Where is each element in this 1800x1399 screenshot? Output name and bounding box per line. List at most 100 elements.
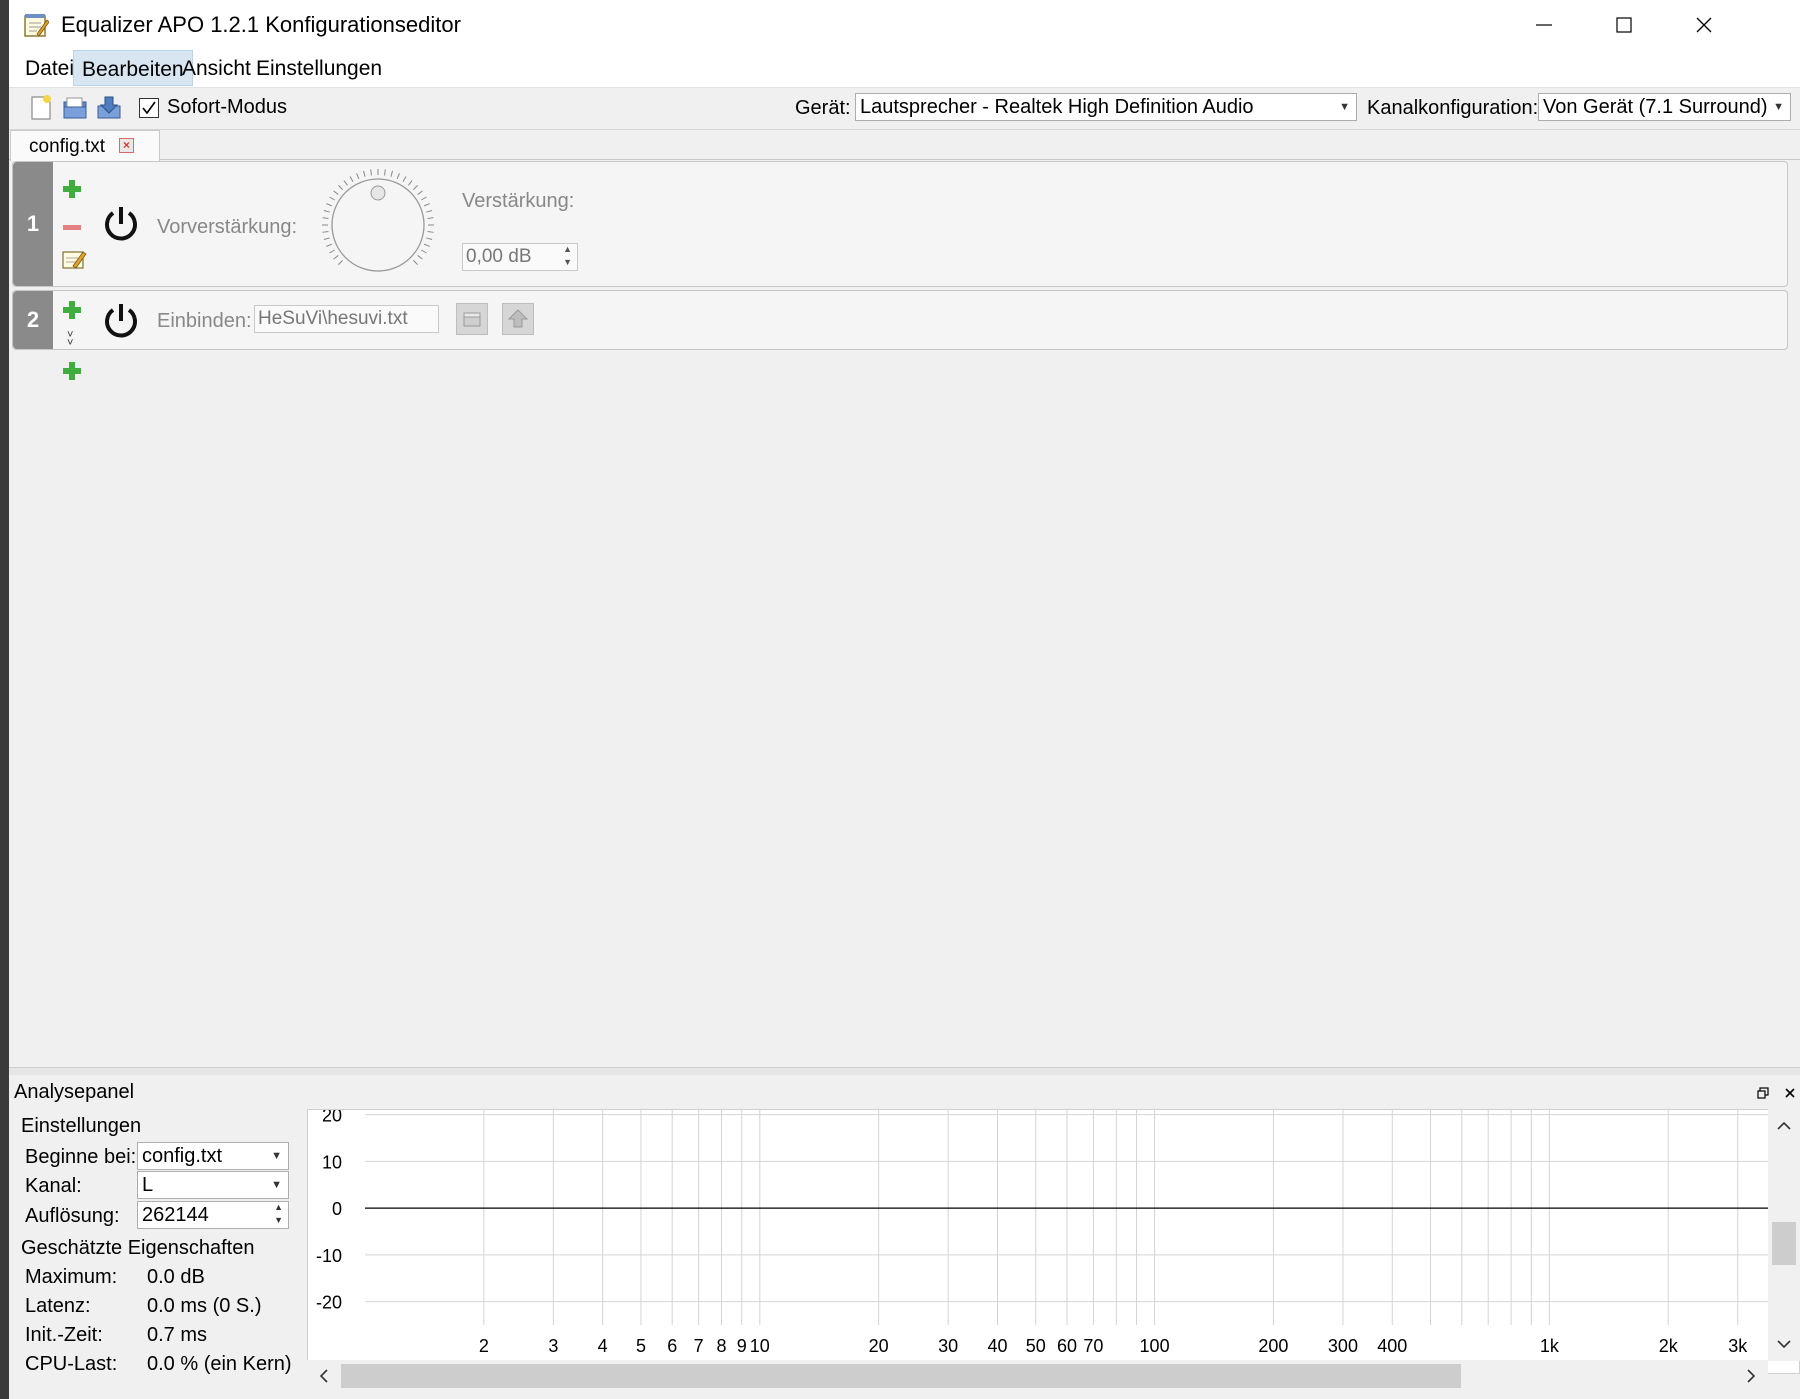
device-select-value: Lautsprecher - Realtek High Definition A… (860, 96, 1254, 118)
channel-config-label: Kanalkonfiguration: (1367, 97, 1539, 119)
spin-arrows-icon[interactable]: ▲ ▼ (274, 1202, 283, 1227)
start-select[interactable]: config.txt ▼ (137, 1142, 289, 1170)
knob-tick (424, 203, 430, 207)
instant-mode-checkbox[interactable] (139, 98, 159, 118)
add-filter-icon[interactable] (63, 180, 81, 198)
start-select-value: config.txt (142, 1145, 223, 1167)
device-label: Gerät: (795, 97, 851, 119)
knob-tick (421, 249, 427, 254)
filter-row-2: 2 ˅ ˅ Einbinden: HeSuVi\hesuvi.txt (12, 290, 1788, 350)
browse-file-button[interactable] (456, 303, 488, 335)
horizontal-scrollbar[interactable] (307, 1360, 1768, 1392)
minimize-icon (1536, 24, 1552, 26)
x-tick-label: 400 (1377, 1336, 1407, 1356)
vertical-scrollbar-graphic (1772, 1121, 1796, 1349)
tab-close-icon[interactable]: × (119, 138, 134, 153)
power-icon[interactable] (101, 204, 141, 244)
x-tick-label: 4 (598, 1336, 608, 1356)
prop-value: 0.7 ms (147, 1324, 208, 1346)
open-include-button[interactable] (502, 303, 534, 335)
include-path-input[interactable]: HeSuVi\hesuvi.txt (254, 305, 439, 333)
horizontal-scroll-thumb[interactable] (341, 1364, 1461, 1388)
knob-tick (326, 243, 332, 247)
x-tick-label: 200 (1258, 1336, 1288, 1356)
frequency-response-plot[interactable]: 20 10 0 -10 -20 2 3 4 5 6 7 8 9 10 20 30 40 50 60 70 100 200 3… (307, 1106, 1800, 1374)
dropdown-arrow-icon: ▼ (1773, 101, 1784, 113)
y-tick-label: -10 (316, 1246, 342, 1266)
y-tick-label: 0 (332, 1199, 342, 1219)
menu-ansicht[interactable]: Ansicht (174, 50, 259, 86)
scroll-right-icon[interactable] (1747, 1369, 1756, 1383)
vertical-scroll-thumb[interactable] (1772, 1222, 1796, 1265)
filter-row-1: 1 Vorverstärkung: Verstärkung: 0,00 dB ▲… (12, 161, 1788, 287)
preamp-label: Vorverstärkung: (157, 216, 298, 238)
channel-config-select[interactable]: Von Gerät (7.1 Surround) ▼ (1538, 93, 1791, 121)
resolution-spinbox[interactable]: 262144 ▲ ▼ (137, 1201, 289, 1229)
panel-splitter[interactable] (9, 1067, 1800, 1075)
open-file-icon[interactable] (61, 94, 89, 122)
gain-knob[interactable] (318, 166, 438, 284)
vertical-scrollbar[interactable] (1768, 1109, 1800, 1361)
knob-tick (390, 170, 393, 177)
y-tick-label: 10 (322, 1152, 342, 1172)
save-file-icon[interactable] (95, 94, 123, 122)
gain-value: 0,00 dB (466, 246, 532, 267)
close-panel-icon[interactable] (1784, 1087, 1796, 1099)
close-window-button[interactable] (1664, 0, 1744, 50)
power-icon[interactable] (101, 301, 141, 341)
scroll-up-icon[interactable] (1777, 1121, 1791, 1130)
knob-tick (363, 170, 366, 177)
filter-number[interactable]: 1 (13, 162, 53, 286)
knob-tick (408, 180, 413, 186)
x-tick-label: 2k (1659, 1336, 1679, 1356)
channel-select[interactable]: L ▼ (137, 1171, 289, 1199)
expand-chevron-icon[interactable]: ˅ ˅ (67, 330, 73, 349)
channel-select-value: L (142, 1174, 154, 1196)
filter-number[interactable]: 2 (13, 291, 53, 349)
toolbar: Sofort-Modus Gerät: Lautsprecher - Realt… (9, 88, 1800, 130)
frequency-response-chart: 20100-10-202 3 4 5 6 7 8 9 10 20 30 40 50 60 70 100 200 3… (316, 1106, 1769, 1356)
notepad-icon (24, 14, 49, 37)
knob-tick (417, 190, 423, 195)
scroll-left-icon[interactable] (319, 1369, 328, 1383)
minimize-button[interactable] (1504, 0, 1584, 50)
arrow-up-icon (507, 309, 529, 328)
edit-filter-icon[interactable] (61, 246, 87, 272)
knob-tick (329, 249, 335, 254)
gain-label: Verstärkung: (462, 190, 575, 212)
knob-tick (338, 260, 343, 265)
knob-tick (427, 231, 434, 233)
tab-label: config.txt (29, 136, 106, 157)
remove-filter-icon[interactable] (63, 225, 81, 230)
menu-bar: Datei Bearbeiten Ansicht Einstellungen (9, 50, 1800, 88)
x-tick-label: 300 (1328, 1336, 1358, 1356)
knob-tick (424, 243, 430, 247)
prop-value: 0.0 % (ein Kern) (147, 1353, 292, 1375)
include-label: Einbinden: (157, 310, 252, 332)
resolution-value: 262144 (142, 1204, 209, 1226)
analysis-settings: Einstellungen Beginne bei: config.txt ▼ … (9, 1109, 307, 1399)
scroll-down-icon[interactable] (1777, 1340, 1791, 1349)
x-tick-label: 5 (636, 1336, 646, 1356)
resolution-label: Auflösung: (25, 1205, 120, 1227)
close-icon (1696, 17, 1712, 33)
knob-tick (370, 169, 372, 176)
include-path-value: HeSuVi\hesuvi.txt (258, 308, 408, 329)
x-tick-label: 7 (694, 1336, 704, 1356)
maximize-button[interactable] (1584, 0, 1664, 50)
gain-spinbox[interactable]: 0,00 dB ▲ ▼ (462, 243, 578, 271)
float-panel-icon[interactable] (1757, 1087, 1769, 1099)
knob-tick (384, 169, 386, 176)
menu-einstellungen[interactable]: Einstellungen (248, 50, 390, 86)
spin-arrows-icon[interactable]: ▲ ▼ (563, 243, 572, 269)
knob-tick (323, 237, 330, 240)
tab-config-txt[interactable]: config.txt × (10, 130, 160, 161)
add-filter-icon[interactable] (63, 301, 81, 319)
horizontal-scrollbar-graphic (319, 1364, 1756, 1388)
x-tick-label: 30 (938, 1336, 958, 1356)
add-filter-bottom-icon[interactable] (63, 362, 81, 380)
prop-value: 0.0 dB (147, 1266, 205, 1288)
new-file-icon[interactable] (27, 94, 55, 122)
prop-value: 0.0 ms (0 S.) (147, 1295, 262, 1317)
device-select[interactable]: Lautsprecher - Realtek High Definition A… (855, 93, 1357, 121)
